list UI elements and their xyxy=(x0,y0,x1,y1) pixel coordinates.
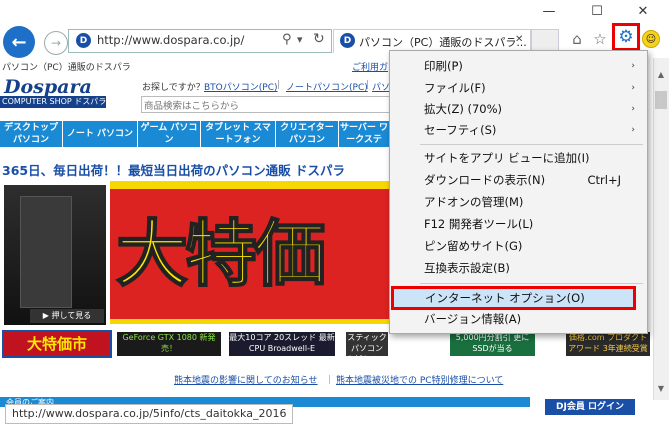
tab-title[interactable]: パソコン（PC）通販のドスパラ... xyxy=(359,34,527,50)
submenu-arrow-icon: › xyxy=(631,61,635,71)
menu-separator xyxy=(420,283,643,284)
search-prompt: お探しですか？ xyxy=(142,83,205,93)
dospara-logo[interactable]: Dospara xyxy=(4,76,92,98)
scroll-down-icon[interactable]: ▼ xyxy=(653,380,669,396)
menu-item-compat-view[interactable]: 互換表示設定(B) xyxy=(390,258,647,279)
back-button[interactable]: ← xyxy=(3,26,35,58)
menu-item-label: ピン留めサイト(G) xyxy=(424,239,523,253)
pc-case-graphic xyxy=(20,196,72,308)
nav-game[interactable]: ゲーム パソコン xyxy=(138,121,201,147)
tab-favicon-icon: D xyxy=(340,33,355,48)
menu-item-add-app-view[interactable]: サイトをアプリ ビューに追加(I) xyxy=(390,148,647,169)
search-icon[interactable]: ⚲ xyxy=(282,32,292,47)
nav-server[interactable]: サーバー ワークステ xyxy=(339,121,390,147)
menu-item-label: 印刷(P) xyxy=(424,59,463,73)
dj-login-button[interactable]: DJ会員 ログイン xyxy=(545,399,635,415)
title-bar xyxy=(0,0,669,22)
banner-daitokka[interactable]: 大特価市 xyxy=(2,330,112,358)
menu-item-devtools[interactable]: F12 開発者ツール(L) xyxy=(390,214,647,235)
menu-item-pinned-sites[interactable]: ピン留めサイト(G) xyxy=(390,236,647,257)
vertical-scrollbar[interactable] xyxy=(653,58,669,400)
status-url: http://www.dospara.co.jp/5info/cts_daito… xyxy=(5,404,294,424)
address-text[interactable]: http://www.dospara.co.jp/ xyxy=(97,33,244,47)
menu-item-addons[interactable]: アドオンの管理(M) xyxy=(390,192,647,213)
scroll-thumb[interactable] xyxy=(655,91,667,109)
link-bto-pc[interactable]: BTOパソコン(PC) xyxy=(204,80,278,93)
menu-item-label: 互換表示設定(B) xyxy=(424,261,510,275)
site-caption: パソコン（PC）通販のドスパラ xyxy=(2,63,131,73)
menu-item-label: バージョン情報(A) xyxy=(424,312,522,326)
site-search-placeholder: 商品検索はこちらから xyxy=(144,101,240,112)
menu-item-label: セーフティ(S) xyxy=(424,123,497,137)
guide-link[interactable]: ご利用ガ xyxy=(352,60,388,73)
banner-text: 大特価 xyxy=(115,211,327,297)
press-to-view-button[interactable]: ▶ 押して見る xyxy=(30,309,104,323)
menu-item-label: ファイル(F) xyxy=(424,81,486,95)
banner-broadwell[interactable]: 最大10コア 20スレッド 最新CPU Broadwell-E xyxy=(229,332,335,356)
menu-item-safety[interactable]: セーフティ(S) › xyxy=(390,120,647,141)
banner-award[interactable]: 価格.com プロダクトアワード 3年連続受賞 xyxy=(566,332,650,356)
refresh-icon[interactable]: ↻ xyxy=(313,31,325,47)
menu-item-print[interactable]: 印刷(P) › xyxy=(390,56,647,77)
menu-item-label: インターネット オプション(O) xyxy=(425,291,585,305)
menu-item-label: ダウンロードの表示(N) xyxy=(424,173,546,187)
nav-creator[interactable]: クリエイター パソコン xyxy=(276,121,339,147)
menu-item-zoom[interactable]: 拡大(Z) (70%) › xyxy=(390,99,647,120)
address-dropdown-icon[interactable]: ▾ xyxy=(297,33,303,46)
notice-link-2[interactable]: 熊本地震被災地での PC特別修理について xyxy=(336,373,503,386)
menu-item-label: サイトをアプリ ビューに追加(I) xyxy=(424,151,590,165)
close-button[interactable]: ✕ xyxy=(626,0,660,22)
banner-gtx1080[interactable]: GeForce GTX 1080 新発売！ xyxy=(117,332,221,356)
menu-item-about[interactable]: バージョン情報(A) xyxy=(390,309,647,330)
menu-item-file[interactable]: ファイル(F) › xyxy=(390,78,647,99)
forward-button[interactable]: → xyxy=(44,31,68,55)
link-separator: | xyxy=(277,80,281,90)
scroll-up-icon[interactable]: ▲ xyxy=(653,66,669,82)
menu-item-label: F12 開発者ツール(L) xyxy=(424,217,534,231)
menu-item-downloads[interactable]: ダウンロードの表示(N) Ctrl+J xyxy=(390,170,647,191)
submenu-arrow-icon: › xyxy=(631,104,635,114)
tools-gear-icon[interactable]: ⚙ xyxy=(612,23,640,51)
home-icon[interactable]: ⌂ xyxy=(567,29,587,49)
link-separator: | xyxy=(366,80,370,90)
maximize-button[interactable]: ☐ xyxy=(580,0,614,22)
submenu-arrow-icon: › xyxy=(631,125,635,135)
tools-menu: 印刷(P) › ファイル(F) › 拡大(Z) (70%) › セーフティ(S) › サ… xyxy=(389,50,648,334)
nav-notebook[interactable]: ノート パソコン xyxy=(63,121,138,147)
nav-desktop[interactable]: デスクトップ パソコン xyxy=(0,121,63,147)
notice-separator: ｜ xyxy=(325,376,335,386)
menu-separator xyxy=(420,144,643,145)
nav-tablet[interactable]: タブレット スマートフォン xyxy=(201,121,276,147)
minimize-button[interactable]: — xyxy=(532,0,566,22)
headline: 365日、毎日出荷！！最短当日出荷のパソコン通販 ドスパラ xyxy=(2,163,345,178)
site-favicon-icon: D xyxy=(76,33,91,48)
banner-discount[interactable]: 5,000円分割引 更にSSDが当る xyxy=(450,332,535,356)
link-note-pc[interactable]: ノートパソコン(PC) xyxy=(286,80,368,93)
menu-item-shortcut: Ctrl+J xyxy=(587,173,622,187)
feedback-smiley-icon[interactable]: ☺ xyxy=(642,30,660,48)
menu-item-label: アドオンの管理(M) xyxy=(424,195,524,209)
notice-link-1[interactable]: 熊本地震の影響に関してのお知らせ xyxy=(174,373,318,386)
menu-item-internet-options[interactable]: インターネット オプション(O) xyxy=(391,286,636,310)
menu-item-label: 拡大(Z) (70%) xyxy=(424,102,503,116)
submenu-arrow-icon: › xyxy=(631,83,635,93)
tab-close-icon[interactable]: ✕ xyxy=(515,34,523,45)
logo-subtitle: COMPUTER SHOP ドスパラ xyxy=(0,96,107,108)
favorites-star-icon[interactable]: ☆ xyxy=(590,29,610,49)
banner-stick-pc[interactable]: スティックパソコン お試しキャンペーン! xyxy=(346,332,388,356)
